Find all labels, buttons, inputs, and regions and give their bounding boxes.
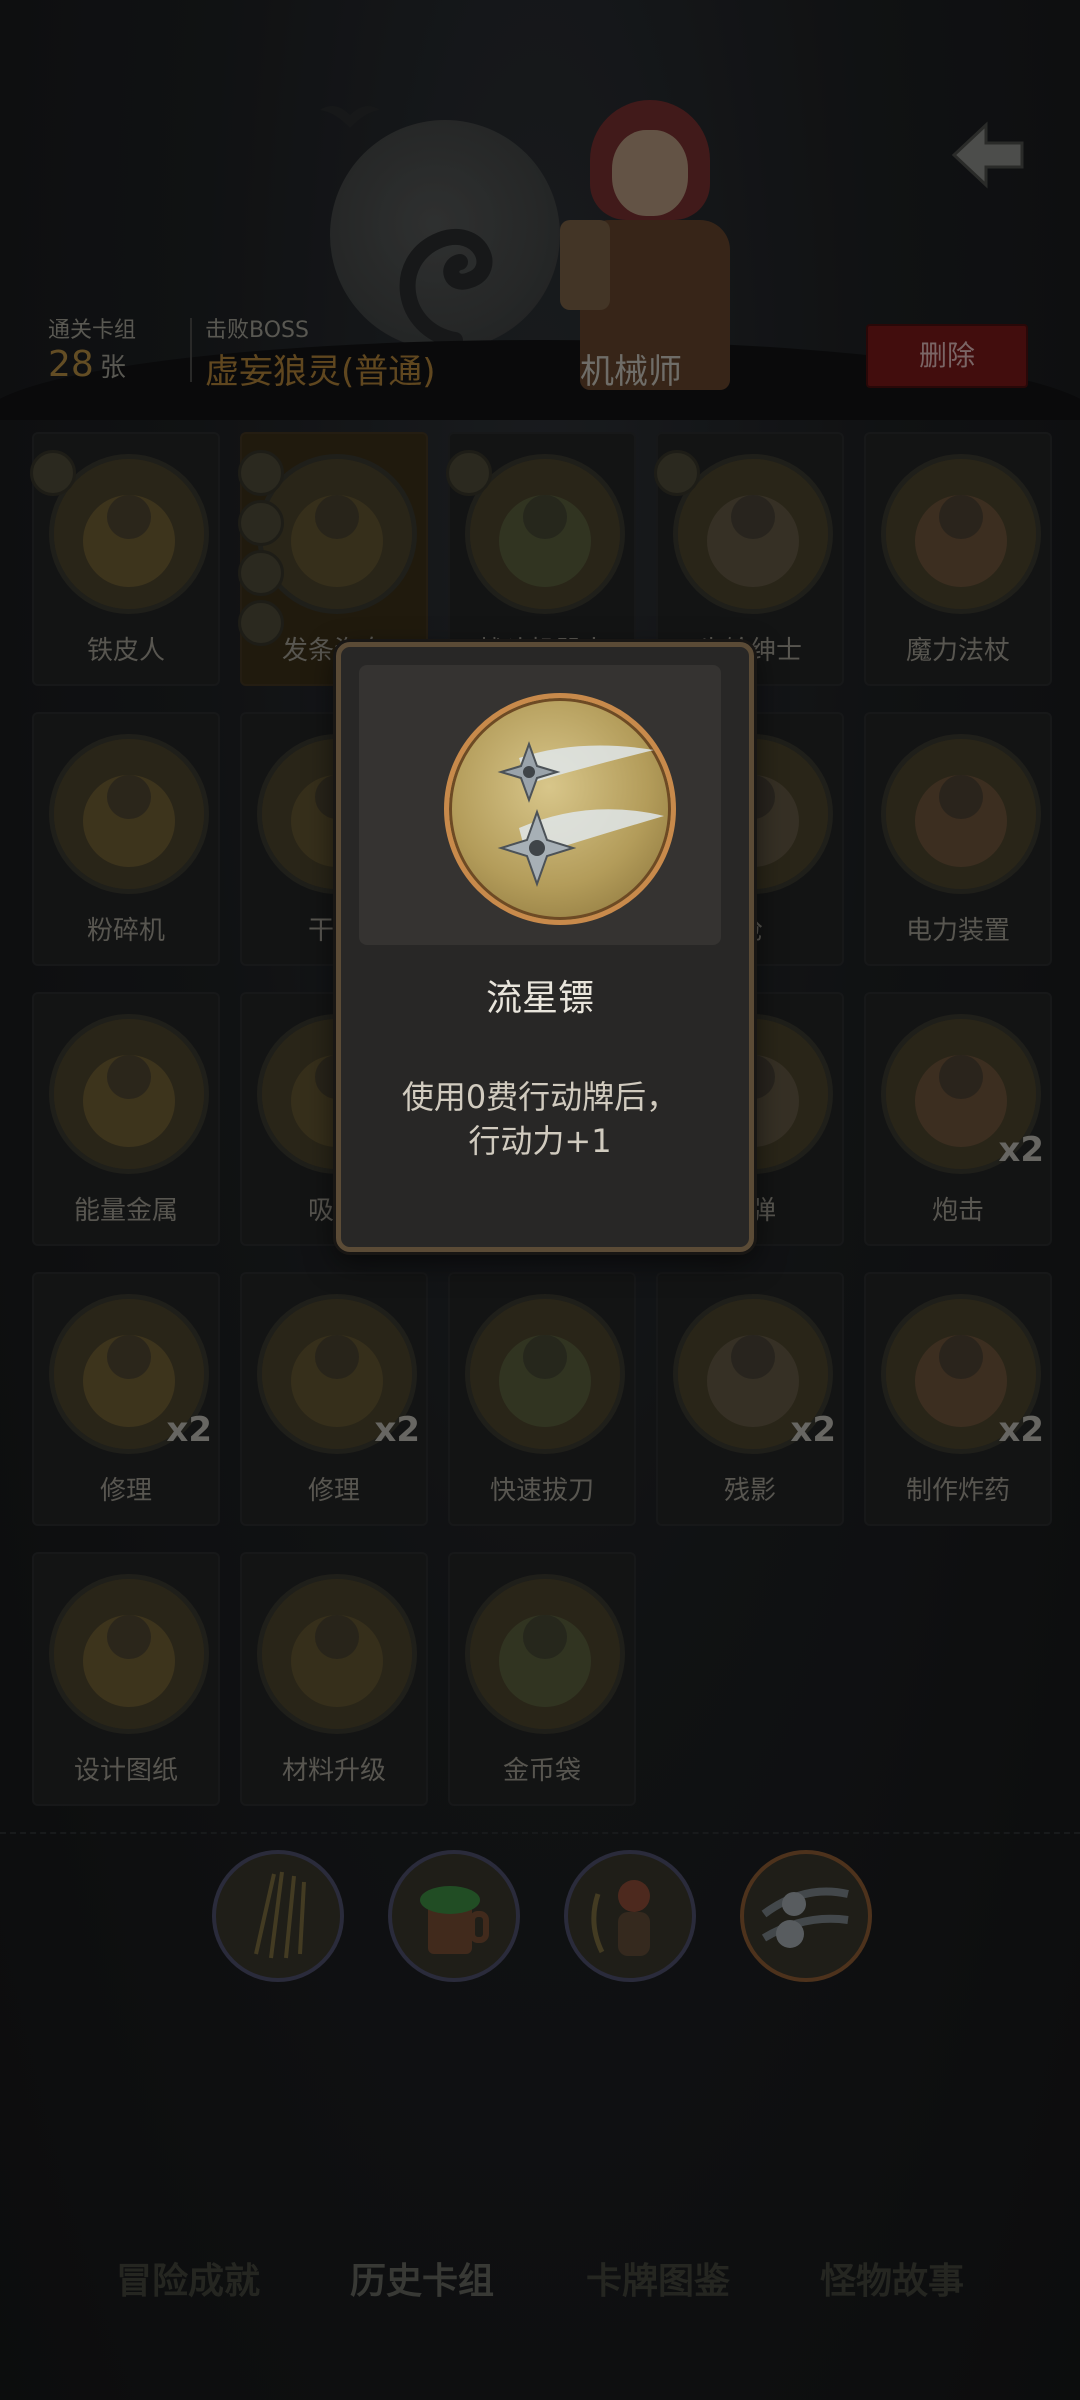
shuriken-icon	[497, 741, 664, 887]
card-description-line-1: 使用0费行动牌后，	[401, 1078, 679, 1116]
card-art-panel	[359, 665, 721, 945]
card-title: 流星镖	[485, 978, 594, 1019]
card-description: 使用0费行动牌后， 行动力+1	[361, 1075, 719, 1163]
card-description-line-2: 行动力+1	[468, 1122, 612, 1160]
card-detail-popup: 流星镖 使用0费行动牌后， 行动力+1	[336, 642, 754, 1252]
card-art-frame	[444, 693, 676, 925]
